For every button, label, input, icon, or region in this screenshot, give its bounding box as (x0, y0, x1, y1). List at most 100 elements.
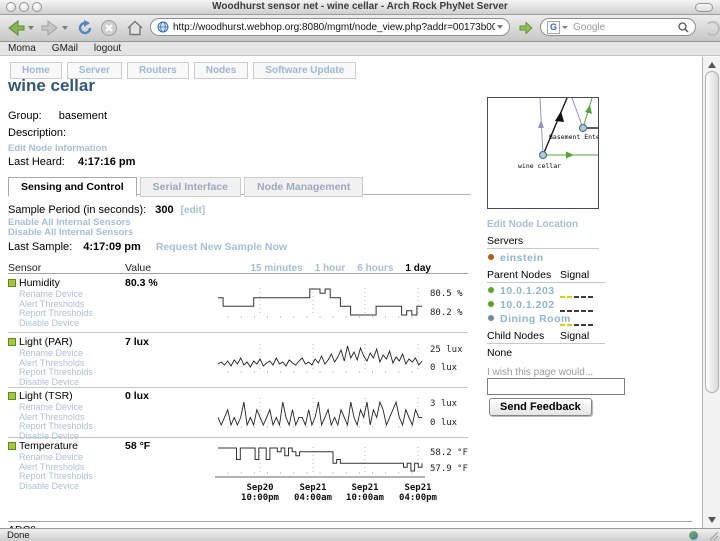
sample-period-value: 300 (155, 204, 173, 216)
feedback-input[interactable] (487, 378, 625, 395)
forward-history-caret-icon[interactable] (62, 26, 68, 30)
sensor-action-links: Rename DeviceAlert ThresholdsReport Thre… (19, 349, 93, 387)
servers-header: Servers (487, 235, 523, 247)
row-divider (8, 387, 468, 388)
url-text: http://woodhurst.webhop.org:8080/mgmt/no… (173, 22, 495, 33)
page-title: wine cellar (8, 76, 95, 96)
sensor-value: 7 lux (125, 336, 149, 348)
tab-sensing-and-control[interactable]: Sensing and Control (8, 177, 137, 197)
status-globe-icon (689, 531, 698, 540)
search-field[interactable]: G Google (540, 18, 696, 36)
map-link-line (572, 98, 583, 128)
section-divider (8, 521, 692, 522)
map-arrow-icon (538, 120, 544, 128)
bookmark-moma[interactable]: Moma (8, 43, 36, 54)
disable-device-link[interactable]: Disable Device (19, 482, 93, 492)
stop-icon (100, 19, 118, 37)
child-nodes-header: Child Nodes (487, 330, 544, 342)
chart-ymin-label: 80.2 % (430, 308, 463, 318)
window-title: Woodhurst sensor net - wine cellar - Arc… (0, 1, 720, 12)
disable-all-sensors-link[interactable]: Disable All Internal Sensors (8, 227, 133, 238)
chart-ymin-label: 0 lux (430, 418, 457, 428)
servers-divider (487, 248, 599, 249)
chart-ymin-label: 0 lux (430, 363, 457, 373)
url-dropdown-caret-icon[interactable] (497, 25, 503, 29)
parent-signal-header: Signal (560, 269, 589, 281)
description-label: Description: (8, 127, 66, 139)
chart-x-label: Sep2110:00am (337, 483, 393, 503)
request-new-sample-link[interactable]: Request New Sample Now (156, 241, 287, 253)
feedback-prompt: I wish this page would... (487, 367, 593, 378)
toolbar-toggle-button[interactable] (695, 3, 713, 12)
group-label: Group: (8, 110, 42, 122)
sensor-enabled-icon (8, 279, 16, 287)
go-arrow-icon (518, 20, 534, 36)
bookmark-logout[interactable]: logout (94, 43, 121, 54)
parent-nodes-header: Parent Nodes (487, 269, 551, 281)
disable-device-link[interactable]: Disable Device (19, 378, 93, 388)
edit-node-information-link[interactable]: Edit Node Information (8, 143, 107, 154)
map-arrow-icon (566, 152, 574, 159)
search-engine-icon[interactable]: G (547, 21, 560, 34)
go-button[interactable] (518, 18, 534, 38)
bookmark-gmail[interactable]: GMail (52, 43, 78, 54)
sample-period-edit-link[interactable]: [edit] (181, 205, 205, 216)
home-icon (126, 19, 144, 37)
sensor-value: 80.3 % (125, 277, 158, 289)
back-history-caret-icon[interactable] (28, 26, 34, 30)
child-signal-header: Signal (560, 330, 589, 342)
chart-x-label: Sep2104:00am (285, 483, 341, 503)
sensor-action-links: Rename DeviceAlert ThresholdsReport Thre… (19, 453, 93, 491)
last-heard-value: 4:17:16 pm (78, 156, 135, 168)
back-arrow-icon (6, 19, 26, 37)
chart-ymax-label: 25 lux (430, 345, 463, 355)
row-divider (8, 332, 468, 333)
sensor-name: Temperature (19, 440, 78, 452)
home-button[interactable] (126, 18, 144, 38)
map-node-wine-cellar[interactable] (540, 152, 547, 159)
nav-button-nodes[interactable]: Nodes (194, 62, 249, 79)
node-location-map[interactable]: Basement Ente wine cellar (487, 97, 599, 209)
vertical-scrollbar[interactable] (702, 57, 720, 528)
scrollbar-thumb[interactable] (705, 71, 719, 393)
send-feedback-button[interactable]: Send Feedback (489, 398, 592, 416)
nav-button-software-update[interactable]: Software Update (253, 62, 356, 79)
group-value: basement (59, 110, 107, 122)
map-label-wine-cellar: wine cellar (518, 162, 561, 170)
chart-temperature (215, 444, 425, 478)
stop-button[interactable] (100, 18, 118, 38)
sensor-enabled-icon (8, 338, 16, 346)
url-bar[interactable]: http://woodhurst.webhop.org:8080/mgmt/no… (150, 18, 510, 36)
search-engine-caret-icon[interactable] (562, 26, 568, 29)
parent-node-link-10-0-1-202[interactable]: 10.0.1.202 (500, 299, 555, 311)
forward-button[interactable] (40, 18, 68, 38)
server-link-einstein[interactable]: einstein (500, 252, 544, 264)
chart-x-label: Sep2104:00pm (390, 483, 446, 503)
chart-light-par (215, 341, 425, 377)
scroll-down-arrow-icon[interactable] (708, 517, 716, 523)
magnifier-icon (678, 22, 689, 33)
throbber-icon (705, 21, 720, 36)
sensor-name: Light (PAR) (19, 336, 73, 348)
child-nodes-divider (487, 343, 605, 344)
browser-toolbar: http://woodhurst.webhop.org:8080/mgmt/no… (0, 15, 720, 42)
reload-button[interactable] (76, 18, 94, 38)
parent-node-status-icon (488, 315, 494, 321)
server-status-icon (488, 254, 494, 260)
last-heard-label: Last Heard: (8, 156, 65, 168)
tab-serial-interface[interactable]: Serial Interface (140, 177, 241, 197)
scroll-up-arrow-icon[interactable] (708, 62, 716, 68)
map-node-basement[interactable] (580, 125, 587, 132)
chart-ymax-label: 3 lux (430, 399, 457, 409)
sample-period-label: Sample Period (in seconds): (8, 204, 146, 216)
edit-node-location-link[interactable]: Edit Node Location (487, 219, 578, 230)
nav-button-routers[interactable]: Routers (127, 62, 189, 79)
signal-strength-indicator (560, 289, 595, 301)
sensor-enabled-icon (8, 442, 16, 450)
tab-node-management[interactable]: Node Management (244, 177, 363, 197)
parent-node-link-10-0-1-203[interactable]: 10.0.1.203 (500, 285, 555, 297)
back-button[interactable] (6, 18, 34, 38)
resize-grip[interactable] (708, 530, 719, 541)
map-link-line (543, 98, 567, 155)
disable-device-link[interactable]: Disable Device (19, 319, 93, 329)
